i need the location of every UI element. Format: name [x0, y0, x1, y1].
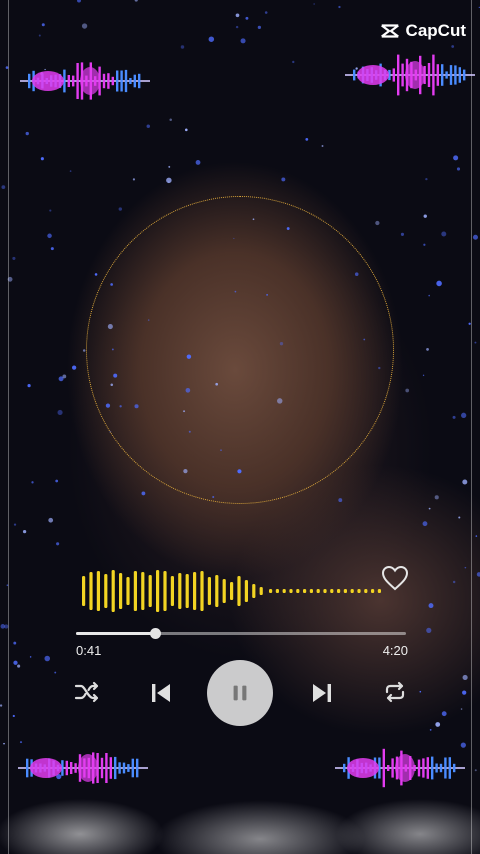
waveform-bar	[357, 589, 361, 593]
waveform-bar	[96, 571, 100, 611]
waveform-bar	[104, 574, 108, 608]
waveform-bar	[222, 579, 226, 603]
waveform-bar	[193, 572, 197, 610]
waveform-bar	[185, 574, 189, 608]
waveform-bar	[371, 589, 375, 593]
waveform-bar	[289, 589, 293, 593]
waveform-bar	[343, 589, 347, 593]
progress-bar[interactable]	[76, 628, 406, 639]
waveform-bar	[200, 571, 204, 611]
waveform-bar	[82, 576, 86, 606]
repeat-icon	[385, 681, 405, 703]
waveform-bar	[156, 570, 160, 612]
waveform-bar	[282, 589, 286, 593]
waveform-bar	[215, 575, 219, 607]
waveform-bar	[89, 572, 93, 610]
repeat-button[interactable]	[381, 678, 409, 706]
waveform-bar	[148, 575, 152, 607]
current-time: 0:41	[76, 643, 102, 658]
progress-fill	[76, 632, 156, 635]
capcut-logo: CapCut	[379, 20, 466, 42]
waveform-bar	[244, 580, 248, 602]
total-time: 4:20	[382, 643, 408, 658]
capcut-icon	[380, 24, 399, 38]
waveform-bar	[170, 576, 174, 606]
skip-next-icon	[313, 684, 331, 702]
waveform-bar	[126, 577, 130, 605]
audio-waveform	[82, 570, 381, 612]
waveform-bar	[309, 589, 313, 593]
play-pause-button[interactable]	[207, 660, 273, 726]
like-button[interactable]	[381, 565, 409, 591]
next-button[interactable]	[308, 679, 336, 707]
waveform-bar	[163, 571, 167, 611]
shuffle-button[interactable]	[72, 679, 102, 705]
pause-icon	[233, 685, 247, 701]
waveform-bar	[259, 587, 263, 595]
waveform-bar	[323, 589, 327, 593]
heart-icon	[381, 565, 409, 591]
waveform-bar	[207, 577, 211, 605]
previous-button[interactable]	[147, 679, 175, 707]
waveform-bar	[364, 589, 368, 593]
waveform-bar	[119, 573, 123, 609]
album-ring	[86, 196, 394, 504]
waveform-bar	[330, 589, 334, 593]
waveform-bar	[230, 582, 234, 600]
logo-text: CapCut	[405, 21, 466, 40]
waveform-bar	[269, 589, 273, 593]
waveform-bar	[237, 576, 241, 606]
waveform-bar	[303, 589, 307, 593]
waveform-bar	[252, 584, 256, 598]
waveform-bar	[296, 589, 300, 593]
waveform-bar	[350, 589, 354, 593]
waveform-bar	[111, 570, 115, 612]
waveform-bar	[337, 589, 341, 593]
waveform-bar	[178, 573, 182, 609]
audio-badge-top-right	[345, 52, 475, 98]
audio-badge-top-left	[20, 58, 150, 104]
waveform-bar	[133, 571, 137, 611]
skip-previous-icon	[152, 684, 170, 702]
waveform-bar	[275, 589, 279, 593]
waveform-bar	[316, 589, 320, 593]
audio-badge-bottom-right	[335, 745, 465, 791]
waveform-bar	[141, 572, 145, 610]
audio-badge-bottom-left	[18, 745, 148, 791]
shuffle-icon	[74, 681, 99, 703]
